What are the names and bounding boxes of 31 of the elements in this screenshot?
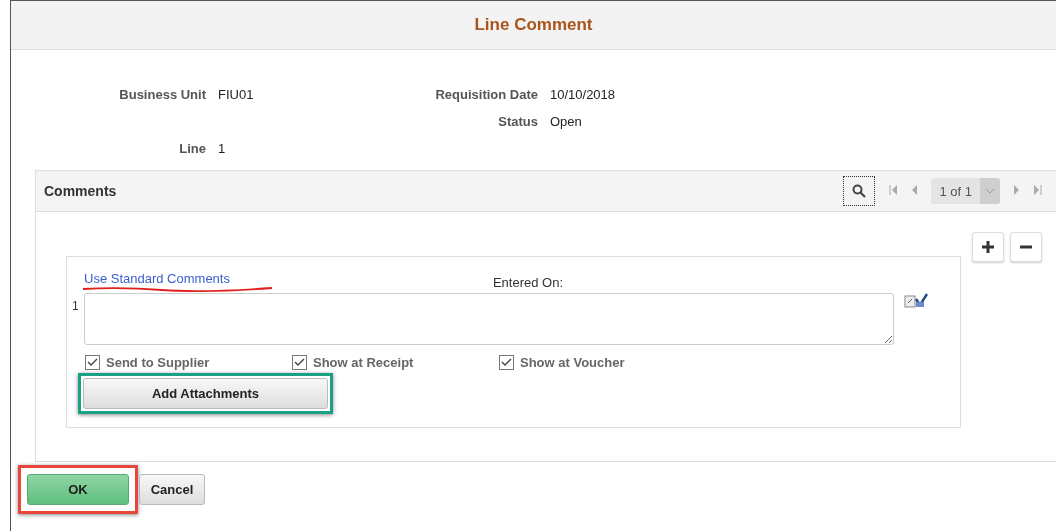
checkbox[interactable] xyxy=(292,355,307,370)
minus-icon xyxy=(1019,245,1033,249)
checkbox-option[interactable]: Show at Receipt xyxy=(292,355,499,370)
field-label: Status xyxy=(498,114,538,129)
search-icon xyxy=(852,184,867,198)
checkbox[interactable] xyxy=(85,355,100,370)
comment-field[interactable] xyxy=(84,293,894,345)
panel-title: Comments xyxy=(44,183,118,199)
field-label: Requisition Date xyxy=(435,87,538,102)
cancel-button[interactable]: Cancel xyxy=(139,474,205,505)
plus-icon xyxy=(981,240,995,254)
delete-row-button[interactable] xyxy=(1010,232,1042,262)
field-value: FIU01 xyxy=(218,87,255,102)
search-button[interactable] xyxy=(843,176,876,206)
entered-on-label: Entered On: xyxy=(492,275,564,290)
field-value: 10/10/2018 xyxy=(550,87,617,102)
checkbox[interactable] xyxy=(499,355,514,370)
spellcheck-icon[interactable] xyxy=(904,293,928,309)
add-row-button[interactable] xyxy=(972,232,1004,262)
row-number: 1 xyxy=(72,299,80,313)
standard-comments-link[interactable]: Use Standard Comments xyxy=(84,271,230,286)
checkbox-option[interactable]: Send to Supplier xyxy=(85,355,292,370)
field-label: Business Unit xyxy=(119,87,206,102)
page-selector[interactable]: 1 of 1 xyxy=(931,178,1000,204)
ok-button[interactable]: OK xyxy=(27,474,129,505)
checkbox-option[interactable]: Show at Voucher xyxy=(499,355,706,370)
field-value: Open xyxy=(550,114,583,129)
window-title: Line Comment xyxy=(474,15,593,35)
add-attachments-button[interactable]: Add Attachments xyxy=(83,378,328,409)
field-label: Line xyxy=(179,141,206,156)
field-value: 1 xyxy=(218,141,227,156)
